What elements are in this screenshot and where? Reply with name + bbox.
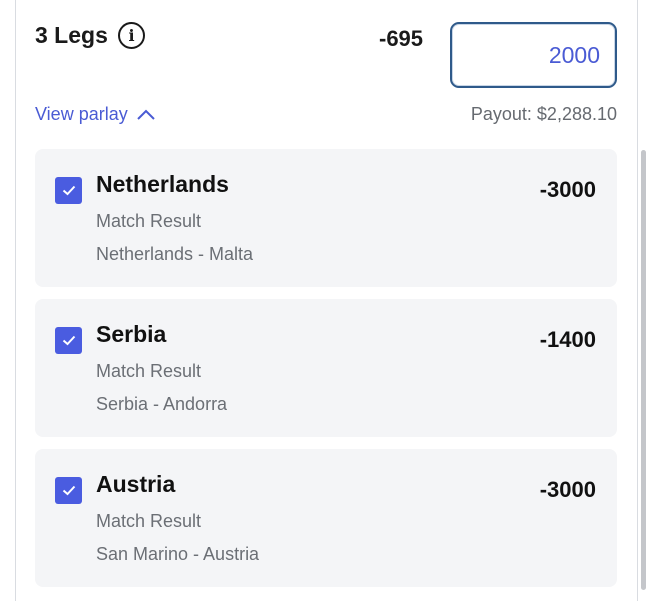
leg-market: Match Result: [96, 361, 202, 381]
leg-checkbox[interactable]: [55, 477, 82, 504]
view-parlay-label: View parlay: [35, 104, 128, 124]
leg-odds: -1400: [539, 327, 596, 352]
info-icon[interactable]: i: [118, 22, 145, 49]
leg-card: Netherlands -3000 Match Result Netherlan…: [35, 149, 617, 287]
leg-checkbox[interactable]: [55, 177, 82, 204]
leg-card: Serbia -1400 Match Result Serbia - Andor…: [35, 299, 617, 437]
view-parlay-toggle[interactable]: View parlay: [35, 104, 156, 125]
leg-card: Austria -3000 Match Result San Marino - …: [35, 449, 617, 587]
legs-count-title: 3 Legs: [35, 22, 108, 48]
stake-input[interactable]: [450, 22, 617, 88]
checkmark-icon: [62, 335, 75, 346]
leg-team: Netherlands: [96, 171, 229, 197]
leg-event: Serbia - Andorra: [96, 394, 228, 414]
leg-event: San Marino - Austria: [96, 544, 260, 564]
leg-odds: -3000: [539, 177, 596, 202]
leg-event: Netherlands - Malta: [96, 244, 254, 264]
leg-odds: -3000: [539, 477, 596, 502]
scrollbar-thumb[interactable]: [641, 150, 646, 590]
leg-team: Austria: [96, 471, 176, 497]
checkmark-icon: [62, 185, 75, 196]
leg-checkbox[interactable]: [55, 327, 82, 354]
chevron-up-icon: [137, 109, 155, 120]
leg-market: Match Result: [96, 511, 202, 531]
leg-team: Serbia: [96, 321, 167, 347]
checkmark-icon: [62, 485, 75, 496]
payout-text: Payout: $2,288.10: [470, 104, 617, 124]
parlay-odds: -695: [379, 26, 424, 51]
leg-market: Match Result: [96, 211, 202, 231]
